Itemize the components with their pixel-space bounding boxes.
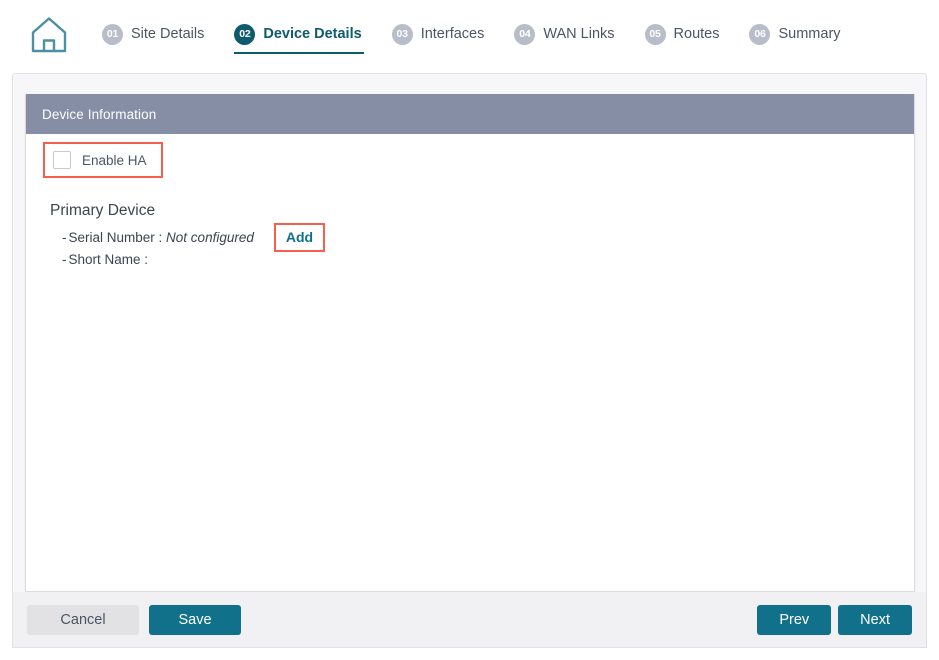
enable-ha-label: Enable HA: [82, 152, 147, 168]
enable-ha-annotation: Enable HA: [43, 142, 163, 178]
add-serial-number-annotation: Add: [273, 222, 326, 252]
home-icon[interactable]: [26, 12, 72, 58]
step-badge-02: 02: [234, 23, 256, 45]
wizard-step-interfaces[interactable]: 03 Interfaces: [391, 0, 485, 70]
step-badge-05: 05: [644, 23, 666, 45]
form-footer: Cancel Save Prev Next: [12, 592, 927, 648]
step-label-routes: Routes: [673, 26, 720, 42]
enable-ha-checkbox[interactable]: [53, 151, 71, 169]
serial-number-value: Not configured: [166, 229, 254, 245]
step-badge-03: 03: [391, 23, 413, 45]
step-label-interfaces: Interfaces: [420, 26, 485, 42]
wizard-step-summary[interactable]: 06 Summary: [749, 0, 841, 70]
primary-device-block: Primary Device - Serial Number : Not con…: [50, 202, 326, 270]
next-button[interactable]: Next: [838, 604, 912, 635]
step-badge-01: 01: [102, 23, 123, 45]
wizard-steps: 01 Site Details 02 Device Details 03 Int…: [102, 0, 871, 70]
step-label-site-details: Site Details: [131, 26, 205, 42]
short-name-label: Short Name :: [68, 251, 149, 267]
step-label-device-details: Device Details: [263, 26, 362, 42]
step-label-summary: Summary: [778, 26, 841, 42]
prev-button[interactable]: Prev: [757, 604, 832, 635]
device-details-card: Device Information Enable HA Primary Dev…: [12, 73, 927, 647]
page-title: Device Information: [42, 106, 157, 122]
step-badge-04: 04: [514, 23, 536, 45]
serial-number-label: Serial Number :: [68, 229, 167, 245]
wizard-step-wan-links[interactable]: 04 WAN Links: [514, 0, 615, 70]
primary-device-title: Primary Device: [50, 202, 156, 219]
wizard-step-device-details[interactable]: 02 Device Details: [234, 0, 364, 70]
device-information-panel: Device Information Enable HA Primary Dev…: [25, 94, 915, 592]
wizard-step-routes[interactable]: 05 Routes: [644, 0, 720, 70]
panel-header: Device Information: [26, 94, 914, 134]
save-button[interactable]: Save: [149, 604, 241, 635]
add-serial-number-link[interactable]: Add: [286, 228, 313, 246]
step-underline-active: [234, 52, 364, 54]
step-label-wan-links: WAN Links: [543, 26, 615, 42]
step-badge-06: 06: [749, 23, 771, 45]
wizard-step-site-details[interactable]: 01 Site Details: [102, 0, 204, 70]
short-name-dash: -: [62, 251, 67, 267]
serial-number-row: - Serial Number : Not configured Add: [62, 222, 326, 252]
serial-number-dash: -: [62, 229, 67, 245]
wizard-step-bar: 01 Site Details 02 Device Details 03 Int…: [0, 0, 939, 70]
cancel-button[interactable]: Cancel: [27, 604, 139, 635]
